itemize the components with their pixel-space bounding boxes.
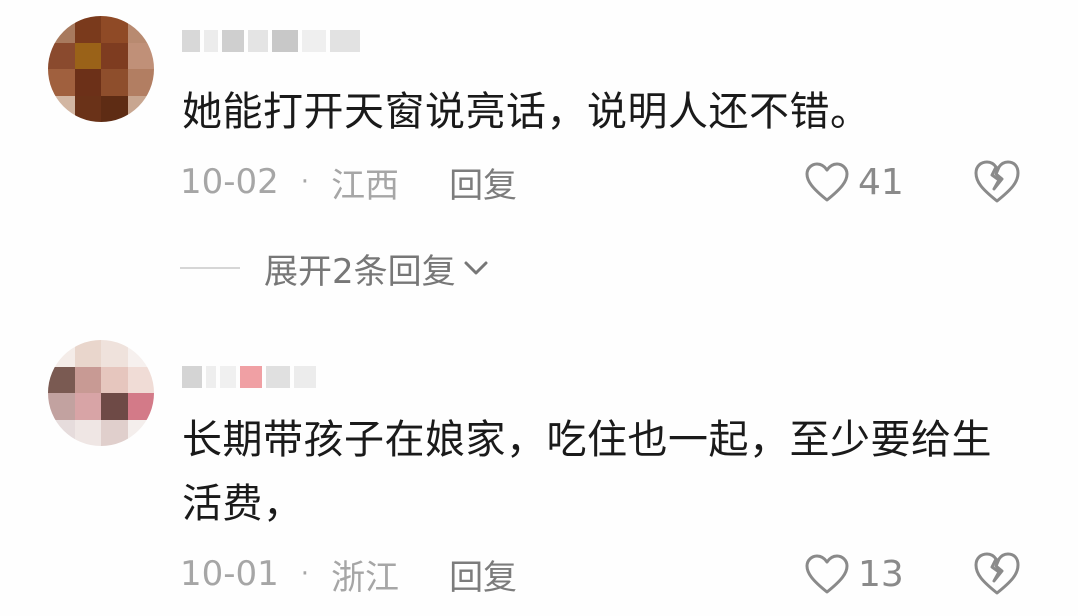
like-button[interactable]: 13 <box>804 549 904 599</box>
comment-location: 江西 <box>331 165 400 206</box>
separator-dot: · <box>300 559 310 589</box>
username-blurred[interactable] <box>182 364 316 390</box>
reply-button[interactable]: 回复 <box>449 550 517 599</box>
comment-location: 浙江 <box>331 557 400 598</box>
divider-line <box>180 267 240 269</box>
dislike-button[interactable] <box>972 549 1022 599</box>
expand-replies-button[interactable]: 展开2条回复 <box>180 244 490 292</box>
dislike-button[interactable] <box>972 157 1022 207</box>
broken-heart-icon <box>974 160 1020 203</box>
avatar[interactable] <box>48 340 154 446</box>
chevron-down-icon <box>464 261 488 275</box>
like-count: 13 <box>858 553 904 595</box>
heart-outline-icon <box>805 162 849 202</box>
broken-heart-icon <box>974 552 1020 595</box>
heart-outline-icon <box>805 554 849 594</box>
username-blurred[interactable] <box>182 28 360 54</box>
comment-text: 她能打开天窗说亮话，说明人还不错。 <box>182 89 871 135</box>
avatar[interactable] <box>48 16 154 122</box>
comment-meta: 10-01 · 浙江 回复 <box>180 549 517 599</box>
reply-button[interactable]: 回复 <box>449 158 517 207</box>
comment-meta: 10-02 · 江西 回复 <box>180 157 517 207</box>
expand-replies-label: 展开2条回复 <box>264 251 456 292</box>
comment-date: 10-02 <box>180 162 279 202</box>
like-count: 41 <box>858 161 904 203</box>
like-button[interactable]: 41 <box>804 157 904 207</box>
comment-text: 长期带孩子在娘家，吃住也一起，至少要给生活费， <box>182 417 992 527</box>
comment-date: 10-01 <box>180 554 279 594</box>
separator-dot: · <box>300 167 310 197</box>
